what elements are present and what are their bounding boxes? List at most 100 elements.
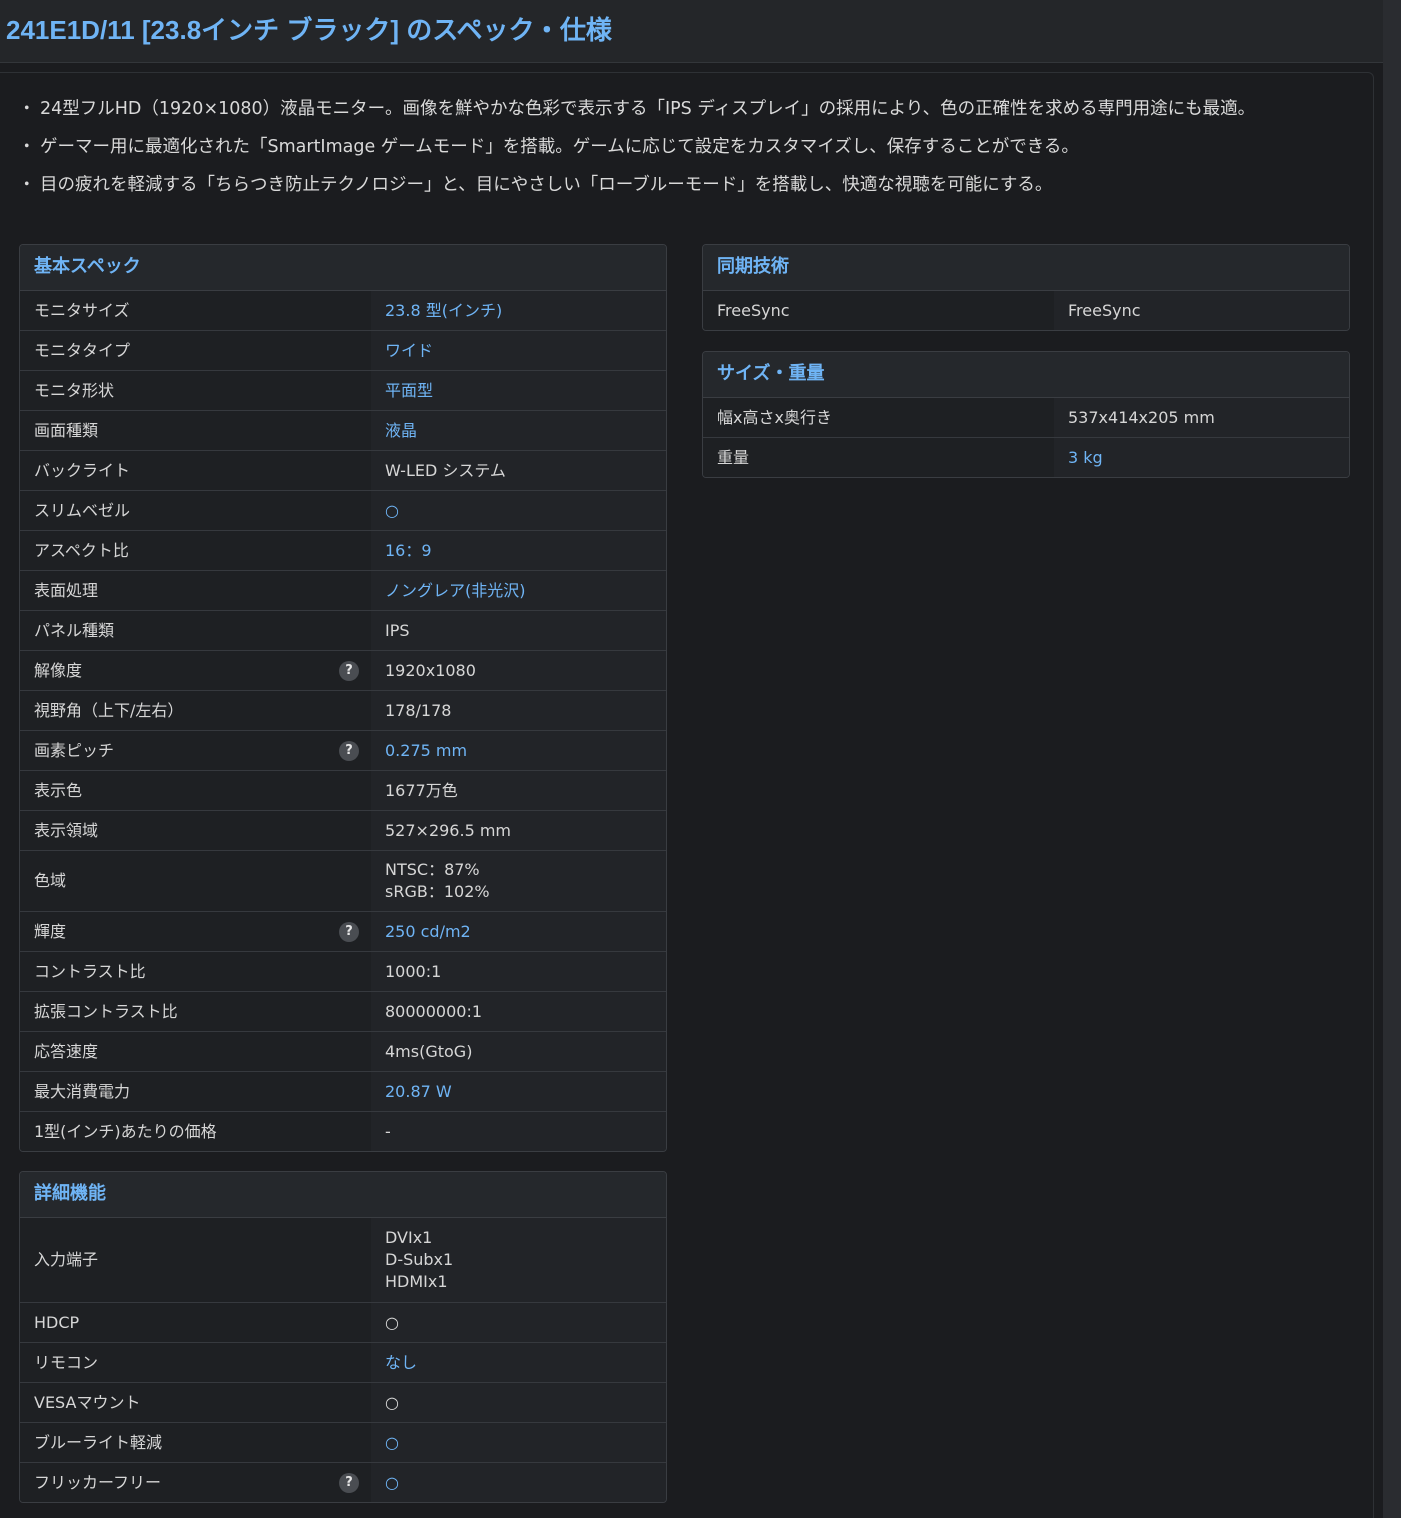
- spec-value-link[interactable]: ○: [371, 490, 666, 531]
- basic-spec-heading: 基本スペック: [20, 245, 666, 291]
- table-row: リモコン なし: [20, 1342, 666, 1383]
- spec-value-line: DVIx1: [385, 1228, 433, 1247]
- basic-spec-panel: 基本スペック モニタサイズ 23.8 型(インチ) モニタタイプ ワイド モニタ…: [19, 244, 667, 1152]
- feature-item: ゲーマー用に最適化された「SmartImage ゲームモード」を搭載。ゲームに応…: [18, 134, 1324, 160]
- spec-value-link[interactable]: ○: [371, 1462, 666, 1502]
- feature-item: 24型フルHD（1920×1080）液晶モニター。画像を鮮やかな色彩で表示する「…: [18, 96, 1324, 122]
- table-row: バックライト W-LED システム: [20, 450, 666, 491]
- spec-value-link[interactable]: ノングレア(非光沢): [371, 570, 666, 611]
- spec-value: 527×296.5 mm: [371, 810, 666, 851]
- spec-label: 幅x高さx奥行き: [703, 398, 1054, 438]
- spec-label: 応答速度: [20, 1031, 371, 1072]
- spec-label: フリッカーフリー: [34, 1472, 162, 1492]
- table-row: 視野角（上下/左右） 178/178: [20, 690, 666, 731]
- spec-value-link[interactable]: 16：9: [371, 530, 666, 571]
- table-row: パネル種類 IPS: [20, 610, 666, 651]
- spec-label: 色域: [20, 850, 371, 912]
- table-row: HDCP ○: [20, 1302, 666, 1343]
- spec-label: 輝度: [34, 921, 67, 941]
- spec-value: ○: [371, 1302, 666, 1343]
- spec-value-link[interactable]: 3 kg: [1054, 437, 1349, 477]
- spec-value-link[interactable]: ○: [371, 1422, 666, 1463]
- table-row: 輝度 ? 250 cd/m2: [20, 911, 666, 952]
- help-icon[interactable]: ?: [339, 1472, 359, 1493]
- spec-label: 解像度: [34, 660, 83, 680]
- spec-label: 拡張コントラスト比: [20, 991, 371, 1032]
- spec-label: VESAマウント: [20, 1382, 371, 1423]
- spec-label-cell: 輝度 ?: [20, 911, 371, 952]
- size-weight-panel: サイズ・重量 幅x高さx奥行き 537x414x205 mm 重量 3 kg: [702, 351, 1350, 478]
- spec-label: 最大消費電力: [20, 1071, 371, 1112]
- table-row: 拡張コントラスト比 80000000:1: [20, 991, 666, 1032]
- page-title: 241E1D/11 [23.8インチ ブラック] のスペック・仕様: [6, 15, 612, 45]
- spec-label: 重量: [703, 437, 1054, 477]
- spec-value: 537x414x205 mm: [1054, 398, 1349, 438]
- spec-value: -: [371, 1111, 666, 1151]
- table-row: モニタ形状 平面型: [20, 370, 666, 411]
- table-row: ブルーライト軽減 ○: [20, 1422, 666, 1463]
- table-row: 入力端子 DVIx1 D-Subx1 HDMIx1: [20, 1218, 666, 1303]
- spec-label: 入力端子: [20, 1218, 371, 1303]
- spec-value-line: HDMIx1: [385, 1272, 448, 1291]
- spec-label-cell: 画素ピッチ ?: [20, 730, 371, 771]
- spec-value-link[interactable]: 平面型: [371, 370, 666, 411]
- spec-value: 178/178: [371, 690, 666, 731]
- spec-value-link[interactable]: 250 cd/m2: [371, 911, 666, 952]
- basic-spec-table: モニタサイズ 23.8 型(インチ) モニタタイプ ワイド モニタ形状 平面型 …: [20, 291, 666, 1151]
- table-row: 重量 3 kg: [703, 437, 1349, 477]
- spec-value-link[interactable]: なし: [371, 1342, 666, 1383]
- table-row: コントラスト比 1000:1: [20, 951, 666, 992]
- spec-value: 80000000:1: [371, 991, 666, 1032]
- table-row: モニタタイプ ワイド: [20, 330, 666, 371]
- size-weight-table: 幅x高さx奥行き 537x414x205 mm 重量 3 kg: [703, 398, 1349, 477]
- table-row: 応答速度 4ms(GtoG): [20, 1031, 666, 1072]
- spec-value: 1677万色: [371, 770, 666, 811]
- spec-label: FreeSync: [703, 291, 1054, 330]
- spec-label: 画面種類: [20, 410, 371, 451]
- spec-label: コントラスト比: [20, 951, 371, 992]
- table-row: モニタサイズ 23.8 型(インチ): [20, 291, 666, 331]
- spec-label: リモコン: [20, 1342, 371, 1383]
- spec-label: モニタサイズ: [20, 291, 371, 331]
- spec-value-line: D-Subx1: [385, 1250, 454, 1269]
- spec-value-link[interactable]: 23.8 型(インチ): [371, 291, 666, 331]
- spec-value-link[interactable]: ワイド: [371, 330, 666, 371]
- detail-features-heading: 詳細機能: [20, 1172, 666, 1218]
- spec-value-line: sRGB：102%: [385, 882, 490, 901]
- spec-value-link[interactable]: 0.275 mm: [371, 730, 666, 771]
- spec-value: FreeSync: [1054, 291, 1349, 330]
- page-header: 241E1D/11 [23.8インチ ブラック] のスペック・仕様: [0, 0, 1383, 63]
- table-row: 表示領域 527×296.5 mm: [20, 810, 666, 851]
- feature-list: 24型フルHD（1920×1080）液晶モニター。画像を鮮やかな色彩で表示する「…: [18, 96, 1324, 210]
- spec-label: アスペクト比: [20, 530, 371, 571]
- spec-value: NTSC：87% sRGB：102%: [371, 850, 666, 912]
- table-row: 表面処理 ノングレア(非光沢): [20, 570, 666, 611]
- spec-label: モニタ形状: [20, 370, 371, 411]
- scrollbar[interactable]: [1383, 0, 1401, 1518]
- spec-label: ブルーライト軽減: [20, 1422, 371, 1463]
- spec-value: ○: [371, 1382, 666, 1423]
- spec-label: 1型(インチ)あたりの価格: [20, 1111, 371, 1151]
- spec-value: 1920x1080: [371, 650, 666, 691]
- help-icon[interactable]: ?: [339, 740, 359, 761]
- table-row: 色域 NTSC：87% sRGB：102%: [20, 850, 666, 912]
- spec-value: W-LED システム: [371, 450, 666, 491]
- spec-value: 1000:1: [371, 951, 666, 992]
- spec-label: 表示領域: [20, 810, 371, 851]
- spec-label: 画素ピッチ: [34, 740, 115, 760]
- spec-label: 表示色: [20, 770, 371, 811]
- table-row: アスペクト比 16：9: [20, 530, 666, 571]
- size-weight-heading: サイズ・重量: [703, 352, 1349, 398]
- spec-value-link[interactable]: 液晶: [371, 410, 666, 451]
- spec-label: 視野角（上下/左右）: [20, 690, 371, 731]
- help-icon[interactable]: ?: [339, 921, 359, 942]
- help-icon[interactable]: ?: [339, 660, 359, 681]
- spec-value-link[interactable]: 20.87 W: [371, 1071, 666, 1112]
- spec-value-line: NTSC：87%: [385, 860, 480, 879]
- table-row: 画素ピッチ ? 0.275 mm: [20, 730, 666, 771]
- table-row: 最大消費電力 20.87 W: [20, 1071, 666, 1112]
- spec-label: バックライト: [20, 450, 371, 491]
- sync-tech-heading: 同期技術: [703, 245, 1349, 291]
- feature-item: 目の疲れを軽減する「ちらつき防止テクノロジー」と、目にやさしい「ローブルーモード…: [18, 172, 1324, 198]
- table-row: スリムベゼル ○: [20, 490, 666, 531]
